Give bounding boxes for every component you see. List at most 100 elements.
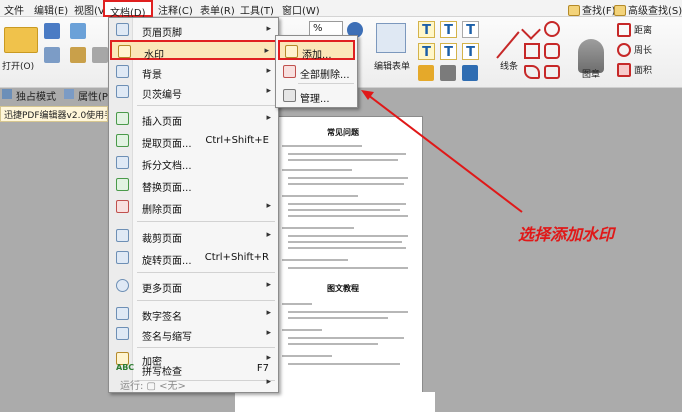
arrow-tool-icon[interactable] bbox=[521, 20, 541, 40]
menu-item-extract-pages[interactable]: 提取页面... Ctrl+Shift+E bbox=[110, 131, 277, 151]
menu-item-rotate-pages[interactable]: 旋转页面... Ctrl+Shift+R bbox=[110, 248, 277, 268]
menu-bar: 文件 编辑(E) 视图(V) 文档(D) 注释(C) 表单(R) 工具(T) 窗… bbox=[0, 0, 682, 19]
rectangle-tool-icon[interactable] bbox=[524, 43, 540, 59]
replace-pages-icon bbox=[116, 178, 129, 191]
menu-item-more-pages[interactable]: 更多页面 ▸ bbox=[110, 276, 277, 296]
menu-item-label: 水印 bbox=[144, 50, 164, 61]
save-icon[interactable] bbox=[44, 23, 60, 39]
area-icon[interactable] bbox=[617, 63, 631, 77]
text-line bbox=[282, 355, 332, 357]
menu-item-run[interactable]: 运行: ▢ <无> ▸ bbox=[110, 374, 277, 392]
advanced-search-link[interactable]: 高级查找(S) bbox=[614, 2, 682, 17]
menu-comment[interactable]: 注释(C) bbox=[158, 2, 193, 17]
menu-item-label: 提取页面... bbox=[142, 139, 192, 150]
open-folder-icon[interactable] bbox=[4, 27, 38, 53]
callout-icon[interactable]: T bbox=[418, 43, 435, 60]
note-icon[interactable] bbox=[418, 65, 434, 81]
print-icon[interactable] bbox=[44, 47, 60, 63]
scan-icon[interactable] bbox=[92, 47, 108, 63]
text-line bbox=[288, 183, 404, 185]
text-line bbox=[282, 259, 348, 261]
ellipse-tool-icon[interactable] bbox=[544, 21, 560, 37]
menu-item-insert-pages[interactable]: 插入页面 ▸ bbox=[110, 109, 277, 129]
sound-icon[interactable] bbox=[462, 65, 478, 81]
text-line bbox=[282, 145, 362, 147]
text-line bbox=[288, 343, 378, 345]
submenu-item-label: 添加... bbox=[302, 50, 332, 61]
cloud-tool-icon[interactable] bbox=[544, 43, 560, 59]
edit-form-label[interactable]: 编辑表单 bbox=[374, 59, 410, 72]
area-label[interactable]: 面积 bbox=[634, 63, 652, 76]
submenu-arrow-icon: ▸ bbox=[266, 113, 271, 123]
document-tab[interactable]: 迅捷PDF编辑器v2.0使用手册 bbox=[0, 106, 108, 122]
polygon-tool-icon[interactable] bbox=[524, 65, 540, 79]
replace-text-icon[interactable]: T bbox=[462, 43, 479, 60]
open-label[interactable]: 打开(O) bbox=[2, 59, 34, 72]
extract-pages-icon bbox=[116, 134, 129, 147]
text-line bbox=[282, 169, 352, 171]
text-line bbox=[282, 303, 312, 305]
menu-item-crop-pages[interactable]: 裁剪页面 ▸ bbox=[110, 226, 277, 246]
menu-item-background[interactable]: 背景 ▸ bbox=[110, 62, 277, 82]
menu-item-digital-signature[interactable]: 数字签名 ▸ bbox=[110, 304, 277, 324]
menu-item-delete-pages[interactable]: 删除页面 ▸ bbox=[110, 197, 277, 217]
typewriter-icon[interactable]: T bbox=[440, 21, 457, 38]
menu-window[interactable]: 窗口(W) bbox=[282, 2, 320, 17]
text-line bbox=[288, 337, 404, 339]
menu-item-label: 数字签名 bbox=[142, 312, 182, 323]
textbox-icon[interactable]: T bbox=[462, 21, 479, 38]
attach-icon[interactable] bbox=[440, 65, 456, 81]
menu-item-shortcut: Ctrl+Shift+R bbox=[204, 252, 269, 263]
lines-label[interactable]: 线条 bbox=[500, 59, 518, 72]
line-tool-icon[interactable] bbox=[496, 31, 520, 59]
distance-label[interactable]: 距离 bbox=[634, 23, 652, 36]
crop-pages-icon bbox=[116, 229, 129, 242]
text-line bbox=[288, 209, 400, 211]
distance-icon[interactable] bbox=[617, 23, 631, 37]
split-document-icon bbox=[116, 156, 129, 169]
stamp-label[interactable]: 图章 bbox=[582, 67, 600, 80]
submenu-item-label: 管理... bbox=[300, 94, 330, 105]
rotate-pages-icon bbox=[116, 251, 129, 264]
menu-item-bates[interactable]: 贝茨编号 ▸ bbox=[110, 82, 277, 102]
perimeter-label[interactable]: 周长 bbox=[634, 43, 652, 56]
cloud-icon[interactable] bbox=[70, 23, 86, 39]
exclusive-mode-button[interactable]: 独占模式 bbox=[16, 88, 56, 103]
menu-form[interactable]: 表单(R) bbox=[200, 2, 235, 17]
menu-item-sign-initial[interactable]: 签名与缩写 ▸ bbox=[110, 324, 277, 344]
search-link[interactable]: 查找(F) bbox=[568, 2, 616, 17]
pencil-tool-icon[interactable] bbox=[544, 65, 560, 79]
text-line bbox=[288, 235, 408, 237]
submenu-item-manage[interactable]: 管理... bbox=[278, 86, 355, 106]
submenu-arrow-icon: ▸ bbox=[266, 377, 271, 387]
menu-separator bbox=[137, 105, 275, 106]
text-line bbox=[282, 329, 322, 331]
menu-item-watermark[interactable]: 水印 ▸ bbox=[110, 40, 277, 61]
menu-edit[interactable]: 编辑(E) bbox=[34, 2, 68, 17]
sign-initial-icon bbox=[116, 327, 129, 340]
submenu-item-delete-all[interactable]: 全部删除... bbox=[278, 62, 355, 82]
email-icon[interactable] bbox=[70, 47, 86, 63]
menu-document[interactable]: 文档(D) bbox=[103, 0, 153, 19]
menu-item-label: 旋转页面... bbox=[142, 256, 192, 267]
menu-item-split-document[interactable]: 拆分文档... bbox=[110, 153, 277, 173]
bates-icon bbox=[116, 85, 129, 98]
search-icon bbox=[568, 5, 580, 16]
doc-heading-faq: 常见问题 bbox=[327, 128, 359, 137]
submenu-arrow-icon: ▸ bbox=[264, 46, 269, 56]
annotation-text: 选择添加水印 bbox=[518, 225, 615, 244]
perimeter-icon[interactable] bbox=[617, 43, 631, 57]
menu-tools[interactable]: 工具(T) bbox=[240, 2, 274, 17]
text-line bbox=[288, 317, 388, 319]
menu-item-label: 删除页面 bbox=[142, 205, 182, 216]
more-pages-icon bbox=[116, 279, 129, 292]
menu-item-label: 运行: ▢ <无> bbox=[120, 381, 186, 392]
menu-item-replace-pages[interactable]: 替换页面... bbox=[110, 175, 277, 195]
menu-item-header-footer[interactable]: 页眉页脚 ▸ bbox=[110, 20, 277, 40]
insert-text-icon[interactable]: T bbox=[440, 43, 457, 60]
menu-file[interactable]: 文件 bbox=[4, 2, 24, 17]
edit-form-icon[interactable] bbox=[376, 23, 406, 53]
menu-item-label: 裁剪页面 bbox=[142, 234, 182, 245]
text-tool-icon[interactable]: T bbox=[418, 21, 435, 38]
submenu-item-add[interactable]: 添加... bbox=[278, 40, 355, 61]
